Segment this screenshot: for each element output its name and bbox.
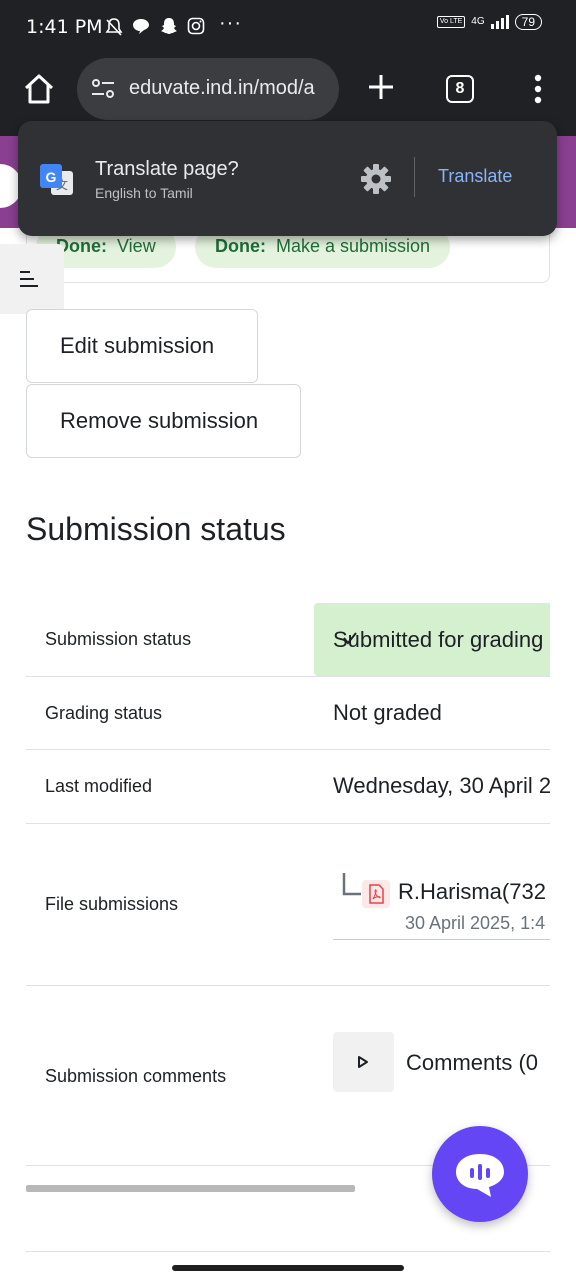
file-divider bbox=[333, 939, 550, 940]
row-divider bbox=[26, 676, 550, 677]
google-translate-icon: 文 G bbox=[40, 164, 73, 195]
completion-label: View bbox=[117, 236, 156, 256]
translate-subtitle: English to Tamil bbox=[95, 185, 193, 201]
translate-divider bbox=[414, 157, 415, 197]
check-icon bbox=[343, 632, 357, 645]
edit-submission-button[interactable]: Edit submission bbox=[26, 309, 258, 383]
row-divider bbox=[26, 823, 550, 824]
translate-popup: 文 G Translate page? English to Tamil Tra… bbox=[18, 121, 557, 236]
horizontal-scrollbar[interactable] bbox=[26, 1185, 355, 1192]
file-date: 30 April 2025, 1:4 bbox=[405, 913, 546, 933]
home-icon[interactable] bbox=[22, 72, 56, 106]
url-bar[interactable]: eduvate.ind.in/mod/a bbox=[77, 58, 339, 120]
last-modified-label: Last modified bbox=[45, 776, 153, 796]
caret-right-icon bbox=[358, 1056, 368, 1068]
network-type: 4G bbox=[471, 16, 485, 27]
row-divider bbox=[26, 749, 550, 750]
status-right: Vo LTE 4G 79 bbox=[436, 14, 542, 30]
completion-label: Make a submission bbox=[276, 236, 431, 256]
tab-switcher-button[interactable]: 8 bbox=[446, 75, 474, 103]
row-divider bbox=[26, 985, 550, 986]
chat-fab-button[interactable] bbox=[432, 1126, 528, 1222]
gesture-nav-handle[interactable] bbox=[172, 1265, 404, 1271]
chat-bubble-icon bbox=[133, 19, 149, 34]
page: 1:41 PM ··· Vo LTE 4G 79 eduvate.ind.in/… bbox=[0, 0, 576, 1280]
status-bar: 1:41 PM ··· Vo LTE 4G 79 bbox=[0, 0, 576, 56]
translate-button[interactable]: Translate bbox=[438, 166, 512, 187]
comments-link[interactable]: Comments (0 bbox=[406, 1050, 550, 1076]
file-link[interactable]: R.Harisma(732 bbox=[398, 879, 550, 905]
mute-icon bbox=[105, 18, 123, 36]
gear-icon[interactable] bbox=[358, 161, 394, 197]
grading-status-value: Not graded bbox=[333, 700, 442, 725]
status-time: 1:41 PM bbox=[26, 16, 103, 38]
comments-expand-button[interactable] bbox=[333, 1032, 394, 1092]
section-title: Submission status bbox=[26, 511, 286, 547]
pdf-glyph bbox=[369, 884, 384, 904]
index-drawer-icon bbox=[20, 271, 38, 287]
last-modified-value: Wednesday, 30 April 2 bbox=[333, 773, 550, 798]
submission-status-value: Submitted for grading bbox=[333, 627, 544, 652]
tree-branch-icon bbox=[342, 873, 361, 896]
more-notifications-icon: ··· bbox=[219, 12, 242, 34]
submission-comments-label: Submission comments bbox=[45, 1066, 227, 1086]
new-tab-icon[interactable] bbox=[366, 72, 396, 102]
instagram-icon bbox=[187, 17, 205, 35]
grading-status-label: Grading status bbox=[45, 703, 163, 723]
submission-status-cell: Submitted for grading bbox=[314, 603, 550, 676]
pdf-file-icon bbox=[362, 880, 390, 908]
svg-text:G: G bbox=[46, 169, 57, 185]
url-text[interactable]: eduvate.ind.in/mod/a bbox=[129, 77, 329, 100]
snapchat-icon bbox=[161, 18, 177, 34]
volte-badge: Vo LTE bbox=[436, 16, 466, 28]
chat-icon bbox=[456, 1154, 504, 1197]
signal-icon bbox=[490, 15, 509, 29]
overflow-menu-icon[interactable] bbox=[528, 74, 548, 104]
drawer-toggle-button[interactable] bbox=[0, 244, 64, 314]
completion-status: Done: bbox=[215, 236, 266, 256]
remove-submission-button[interactable]: Remove submission bbox=[26, 384, 301, 458]
translate-title: Translate page? bbox=[95, 158, 239, 180]
battery-icon: 79 bbox=[514, 14, 542, 30]
file-submissions-label: File submissions bbox=[45, 894, 179, 914]
row-divider bbox=[26, 1251, 550, 1252]
submission-status-label: Submission status bbox=[45, 629, 192, 649]
site-settings-icon[interactable] bbox=[91, 78, 115, 100]
